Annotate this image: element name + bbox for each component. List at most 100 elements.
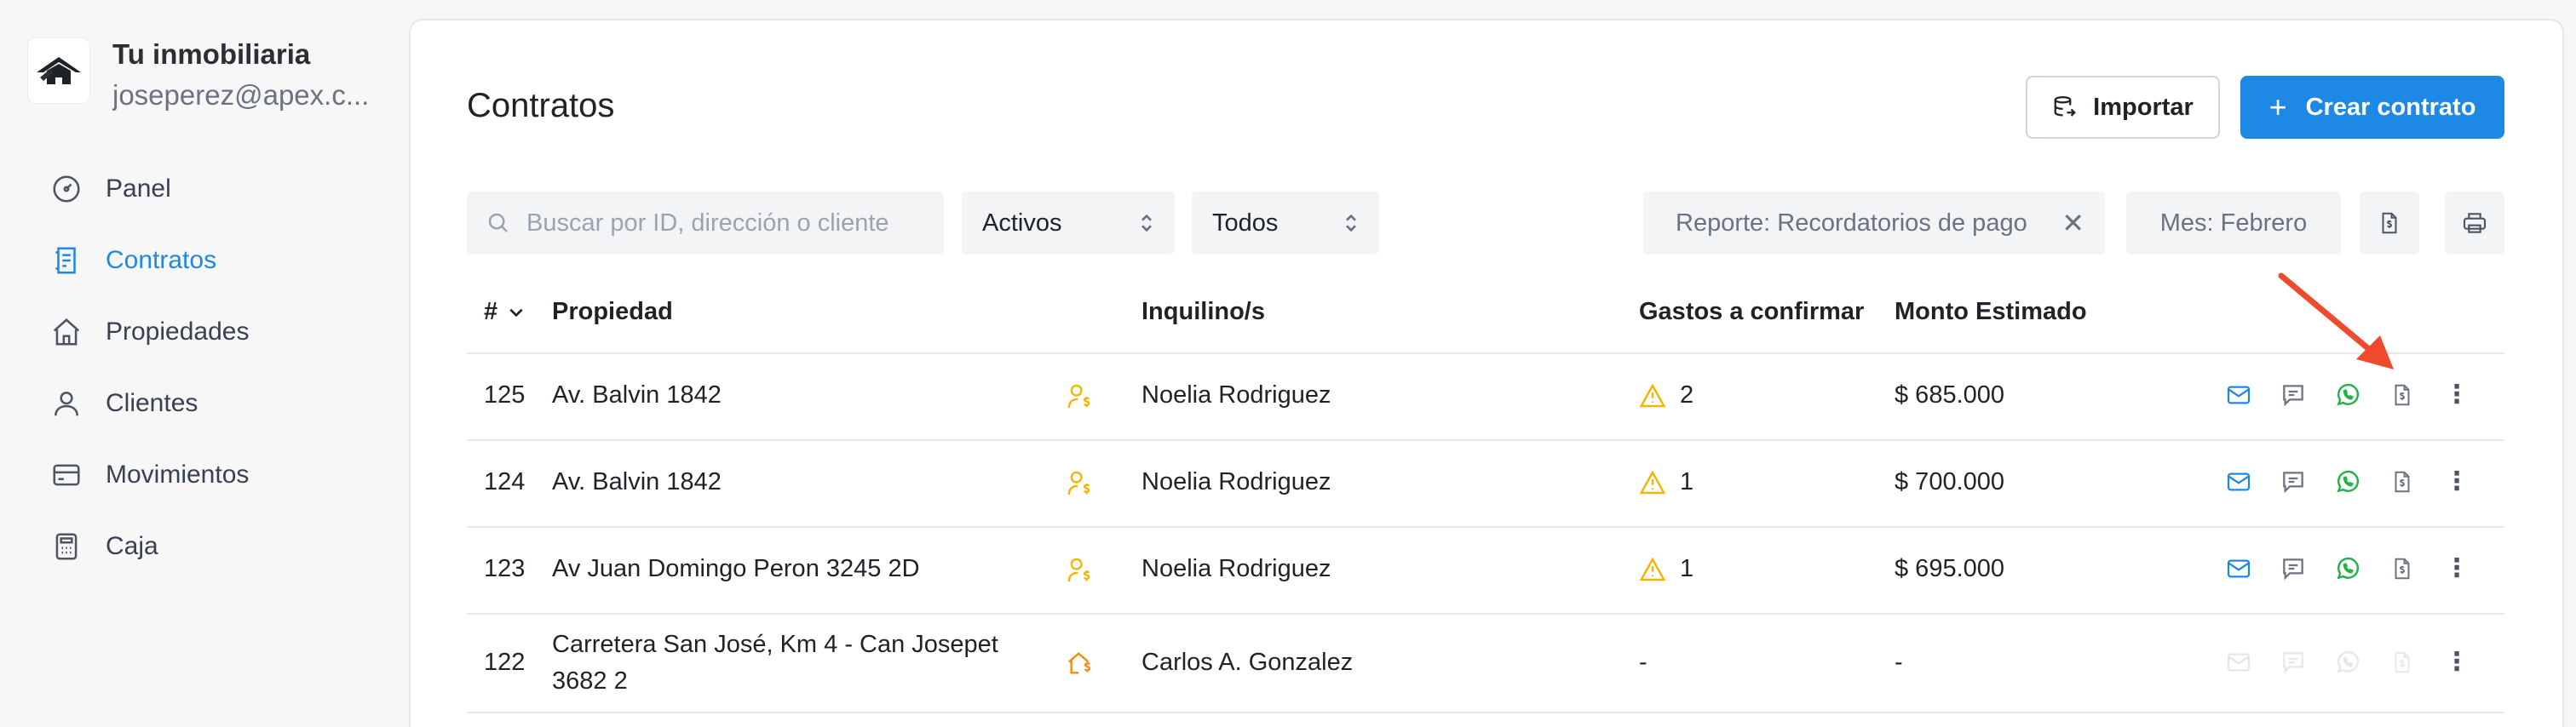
whatsapp-icon[interactable] bbox=[2320, 555, 2375, 582]
print-button[interactable] bbox=[2445, 192, 2504, 255]
search-input[interactable]: Buscar por ID, dirección o cliente bbox=[467, 192, 944, 255]
pending-expenses: 1 bbox=[1639, 555, 1693, 583]
sidebar-item-caja[interactable]: Caja bbox=[48, 511, 249, 582]
warning-icon bbox=[1639, 470, 1666, 495]
money-document-icon bbox=[2375, 649, 2429, 676]
status-select[interactable]: Activos bbox=[962, 192, 1175, 255]
type-select-value: Todos bbox=[1212, 209, 1279, 237]
message-icon bbox=[2266, 649, 2320, 676]
column-header-monto: Monto Estimado bbox=[1895, 298, 2087, 325]
sidebar-nav: Panel Contratos Propiedades Clientes Mov… bbox=[48, 153, 249, 582]
month-filter-label: Mes: Febrero bbox=[2159, 209, 2308, 237]
pending-expenses-count: 1 bbox=[1680, 468, 1694, 495]
estimated-amount: $ 695.000 bbox=[1895, 555, 2005, 582]
tenant-name: Carlos A. Gonzalez bbox=[1141, 649, 1354, 676]
column-header-propiedad: Propiedad bbox=[552, 298, 673, 325]
table-row[interactable]: 125 Av. Balvin 1842 Noelia Rodriguez 2 $… bbox=[467, 352, 2504, 439]
sidebar-item-movimientos[interactable]: Movimientos bbox=[48, 439, 249, 511]
sidebar-item-label: Clientes bbox=[106, 389, 198, 417]
annotation-arrow-icon bbox=[2274, 269, 2402, 384]
tenant-name: Noelia Rodriguez bbox=[1141, 555, 1331, 582]
sidebar-item-label: Contratos bbox=[106, 246, 217, 274]
gauge-icon bbox=[48, 170, 85, 208]
estimated-amount: $ 700.000 bbox=[1895, 468, 2005, 495]
pending-expenses-count: 2 bbox=[1680, 381, 1694, 409]
message-icon[interactable] bbox=[2266, 468, 2320, 495]
row-actions: ⋮ bbox=[2211, 380, 2484, 409]
main-panel: Contratos Importar + Crear contrato Busc… bbox=[409, 19, 2564, 727]
contract-icon bbox=[48, 242, 85, 279]
property-address: Av Juan Domingo Peron 3245 2D bbox=[552, 555, 920, 582]
pending-expenses: - bbox=[1639, 649, 1647, 676]
warning-icon bbox=[1639, 557, 1666, 582]
column-header-gastos: Gastos a confirmar bbox=[1639, 298, 1865, 325]
pending-expenses: 2 bbox=[1639, 381, 1693, 409]
money-document-icon[interactable] bbox=[2375, 555, 2429, 582]
status-select-value: Activos bbox=[982, 209, 1062, 237]
row-actions: ⋮ bbox=[2211, 647, 2484, 677]
whatsapp-icon[interactable] bbox=[2320, 468, 2375, 495]
sidebar-item-label: Movimientos bbox=[106, 461, 250, 489]
database-import-icon bbox=[2052, 94, 2078, 120]
sidebar-item-label: Caja bbox=[106, 532, 158, 560]
search-icon bbox=[486, 210, 511, 236]
money-document-icon[interactable] bbox=[2375, 381, 2429, 409]
house-icon bbox=[48, 313, 85, 351]
month-filter[interactable]: Mes: Febrero bbox=[2126, 192, 2341, 255]
house-money-icon bbox=[1067, 649, 1095, 678]
money-document-icon bbox=[2377, 210, 2402, 236]
email-icon[interactable] bbox=[2211, 555, 2266, 582]
sidebar-item-contratos[interactable]: Contratos bbox=[48, 225, 249, 296]
email-icon[interactable] bbox=[2211, 381, 2266, 409]
whatsapp-icon bbox=[2320, 649, 2375, 676]
more-options-icon[interactable]: ⋮ bbox=[2429, 380, 2484, 409]
page-title: Contratos bbox=[467, 87, 615, 124]
sidebar-item-clientes[interactable]: Clientes bbox=[48, 368, 249, 439]
create-contract-label: Crear contrato bbox=[2305, 93, 2476, 121]
whatsapp-icon[interactable] bbox=[2320, 381, 2375, 409]
user-email: joseperez@apex.c... bbox=[112, 79, 370, 111]
sidebar-item-propiedades[interactable]: Propiedades bbox=[48, 296, 249, 368]
chevron-down-icon bbox=[508, 304, 525, 321]
tenant-name: Noelia Rodriguez bbox=[1141, 468, 1331, 495]
more-options-icon[interactable]: ⋮ bbox=[2429, 553, 2484, 583]
contract-id: 124 bbox=[484, 468, 526, 495]
message-icon[interactable] bbox=[2266, 381, 2320, 409]
property-address: Carretera San José, Km 4 - Can Josepet 3… bbox=[552, 631, 998, 695]
table-row[interactable]: 124 Av. Balvin 1842 Noelia Rodriguez 1 $… bbox=[467, 439, 2504, 526]
message-icon[interactable] bbox=[2266, 555, 2320, 582]
email-icon bbox=[2211, 649, 2266, 676]
column-header-id[interactable]: # bbox=[484, 298, 525, 326]
sidebar-item-panel[interactable]: Panel bbox=[48, 153, 249, 225]
chevron-up-down-icon bbox=[1342, 210, 1360, 236]
tenant-name: Noelia Rodriguez bbox=[1141, 381, 1331, 409]
contract-id: 125 bbox=[484, 381, 526, 409]
report-document-button[interactable] bbox=[2360, 192, 2419, 255]
sidebar-item-label: Panel bbox=[106, 175, 171, 203]
row-actions: ⋮ bbox=[2211, 553, 2484, 583]
table-row[interactable]: 123 Av Juan Domingo Peron 3245 2D Noelia… bbox=[467, 526, 2504, 613]
table-row[interactable]: 122 Carretera San José, Km 4 - Can Josep… bbox=[467, 613, 2504, 713]
property-address: Av. Balvin 1842 bbox=[552, 381, 722, 409]
close-icon[interactable]: ✕ bbox=[2061, 207, 2084, 239]
property-address: Av. Balvin 1842 bbox=[552, 468, 722, 495]
column-header-label: # bbox=[484, 298, 498, 325]
company-name: Tu inmobiliaria bbox=[112, 38, 311, 70]
column-header-inquilinos: Inquilino/s bbox=[1141, 298, 1265, 325]
pending-expenses: 1 bbox=[1639, 468, 1693, 496]
plus-icon: + bbox=[2268, 89, 2287, 124]
email-icon[interactable] bbox=[2211, 468, 2266, 495]
more-options-icon[interactable]: ⋮ bbox=[2429, 467, 2484, 496]
more-options-icon[interactable]: ⋮ bbox=[2429, 647, 2484, 677]
brand[interactable]: Tu inmobiliaria joseperez@apex.c... bbox=[27, 37, 394, 112]
warning-icon bbox=[1639, 383, 1666, 409]
create-contract-button[interactable]: + Crear contrato bbox=[2240, 76, 2504, 139]
contract-id: 123 bbox=[484, 555, 526, 582]
money-document-icon[interactable] bbox=[2375, 468, 2429, 495]
estimated-amount: $ 685.000 bbox=[1895, 381, 2005, 409]
type-select[interactable]: Todos bbox=[1192, 192, 1379, 255]
report-filter-label: Reporte: Recordatorios de pago bbox=[1676, 209, 2027, 237]
report-filter-chip[interactable]: Reporte: Recordatorios de pago ✕ bbox=[1643, 192, 2105, 255]
import-button[interactable]: Importar bbox=[2026, 76, 2220, 139]
company-logo bbox=[27, 37, 90, 104]
